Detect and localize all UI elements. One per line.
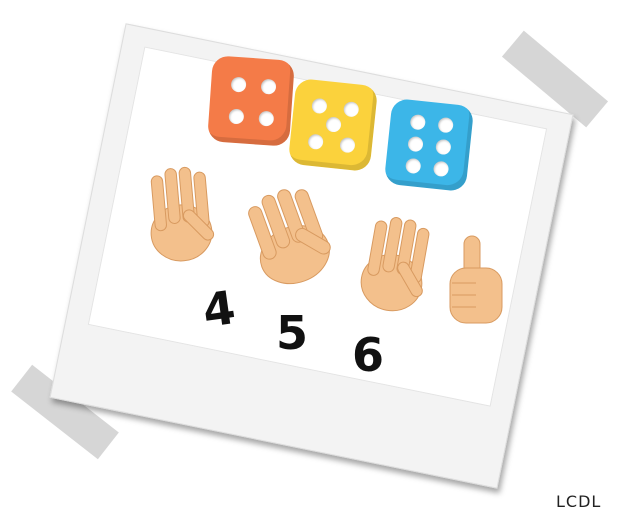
die-pip	[258, 110, 275, 127]
die-pip	[435, 138, 452, 156]
number-6: 6	[352, 328, 385, 382]
open-hand-icon	[360, 217, 430, 312]
die-pip	[260, 78, 277, 95]
die-pip	[409, 113, 427, 131]
die-pip	[404, 157, 422, 175]
number-5: 5	[276, 306, 309, 360]
die-pip	[339, 136, 356, 154]
die-pip	[307, 133, 324, 151]
die-pip	[325, 116, 342, 133]
die-pip	[230, 76, 247, 93]
die-6	[383, 97, 475, 193]
thumbs-up-hand-icon	[449, 235, 503, 324]
die-5	[287, 77, 379, 173]
open-hand-icon	[150, 166, 215, 262]
die-pip	[407, 135, 424, 153]
die-pip	[228, 108, 245, 125]
die-4	[207, 55, 295, 147]
die-pip	[311, 97, 328, 115]
die-pip	[342, 101, 360, 118]
die-pip	[437, 116, 454, 134]
die-pip	[432, 160, 450, 178]
credit-text: LCDL	[556, 492, 602, 511]
